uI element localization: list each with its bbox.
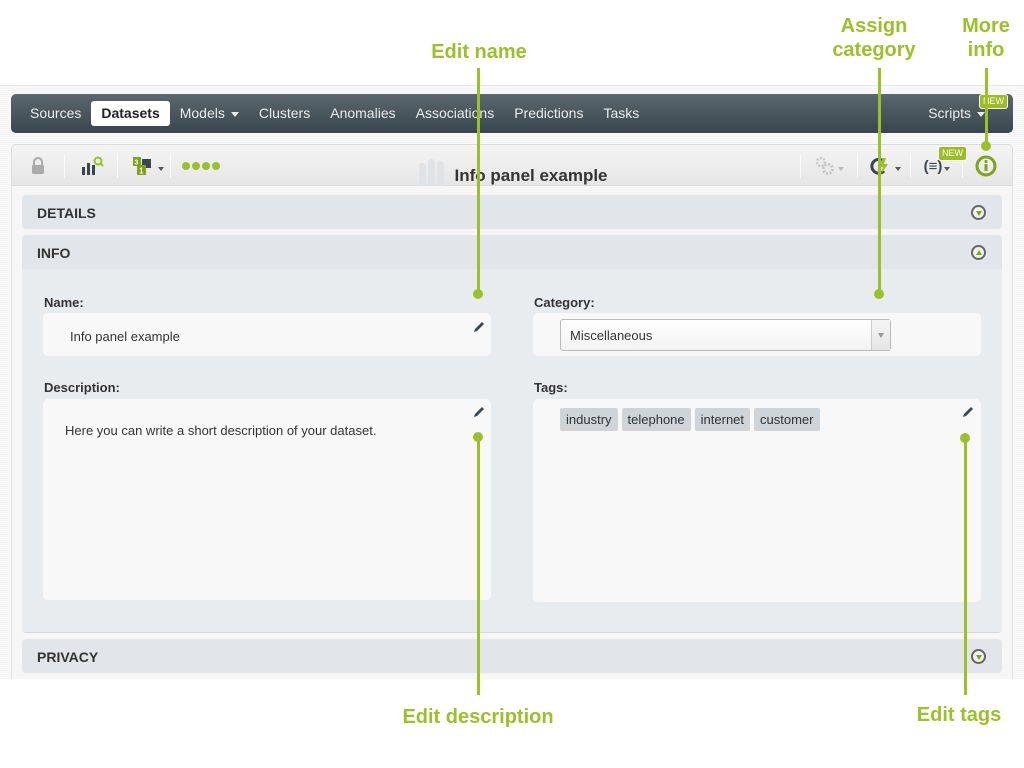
dataset-toolbar: 31 Info panel example (≡) — [11, 144, 1013, 189]
nav-scripts-label: Scripts — [928, 105, 971, 121]
nav-anomalies[interactable]: Anomalies — [320, 101, 405, 126]
toolbar-separator — [800, 154, 801, 178]
description-value: Here you can write a short description o… — [65, 423, 377, 438]
tag[interactable]: industry — [560, 408, 618, 431]
nav-clusters[interactable]: Clusters — [249, 101, 320, 126]
toolbar-separator — [910, 154, 911, 178]
flatline-new-badge: NEW — [938, 146, 967, 161]
nav-predictions[interactable]: Predictions — [504, 101, 593, 126]
annotation-edit-tags: Edit tags — [916, 704, 1002, 726]
chevron-down-icon — [977, 111, 985, 117]
edit-description-pencil-icon[interactable] — [472, 405, 486, 419]
annotation-assign-category: Assign category — [814, 14, 934, 62]
tag[interactable]: customer — [754, 408, 820, 431]
name-label: Name: — [44, 295, 84, 310]
annotation-line — [477, 68, 480, 294]
expand-icon[interactable] — [971, 649, 986, 664]
category-value: Miscellaneous — [570, 328, 653, 343]
annotation-line — [878, 68, 881, 294]
annotation-line — [985, 68, 988, 146]
annotation-edit-name: Edit name — [431, 41, 527, 63]
edit-tags-pencil-icon[interactable] — [961, 405, 975, 419]
annotation-line — [964, 438, 967, 695]
section-info-title: INFO — [37, 245, 71, 261]
select-arrow-icon[interactable] — [871, 320, 890, 350]
tags-label: Tags: — [534, 380, 568, 395]
configure-icon[interactable] — [810, 145, 848, 187]
annotation-assign-category-line1: Assign — [840, 15, 908, 37]
annotation-assign-category-line2: category — [832, 39, 916, 61]
description-label: Description: — [44, 380, 120, 395]
tag[interactable]: internet — [694, 408, 751, 431]
category-label: Category: — [534, 295, 595, 310]
chevron-down-icon — [838, 167, 844, 171]
section-privacy[interactable]: PRIVACY — [22, 639, 1002, 673]
edit-name-pencil-icon[interactable] — [472, 320, 486, 334]
expand-icon[interactable] — [971, 205, 986, 220]
nav-tasks[interactable]: Tasks — [593, 101, 649, 126]
chevron-down-icon — [230, 111, 239, 117]
nav-sources[interactable]: Sources — [20, 101, 91, 126]
annotation-more-info-line2: info — [967, 39, 1005, 61]
main-navbar: Sources Datasets Models Clusters Anomali… — [11, 94, 1013, 133]
annotation-dot — [874, 289, 884, 299]
info-icon[interactable] — [973, 145, 999, 187]
section-privacy-title: PRIVACY — [37, 649, 99, 665]
scripts-new-badge: NEW — [979, 94, 1008, 109]
chevron-down-icon — [944, 167, 951, 171]
nav-models[interactable]: Models — [170, 101, 249, 126]
collapse-icon[interactable] — [971, 245, 986, 260]
nav-models-label: Models — [179, 105, 225, 121]
annotation-dot — [473, 289, 483, 299]
dataset-title[interactable]: Info panel example — [450, 166, 607, 185]
annotation-line — [477, 437, 480, 695]
nav-associations[interactable]: Associations — [406, 101, 505, 126]
section-info[interactable]: INFO — [22, 235, 1002, 269]
toolbar-separator — [857, 154, 858, 178]
one-click-model-icon[interactable] — [867, 145, 903, 187]
annotation-more-info-line1: More — [962, 15, 1010, 37]
annotation-edit-description: Edit description — [402, 706, 554, 728]
annotation-dot — [981, 141, 991, 151]
chevron-down-icon — [895, 167, 901, 171]
tags-list: industry telephone internet customer — [560, 408, 820, 431]
category-select[interactable]: Miscellaneous — [560, 319, 891, 351]
nav-datasets[interactable]: Datasets — [91, 101, 170, 126]
section-details[interactable]: DETAILS — [22, 195, 1002, 229]
tag[interactable]: telephone — [621, 408, 691, 431]
section-details-title: DETAILS — [37, 205, 96, 221]
annotation-more-info: More info — [946, 14, 1024, 62]
name-value: Info panel example — [70, 329, 180, 344]
